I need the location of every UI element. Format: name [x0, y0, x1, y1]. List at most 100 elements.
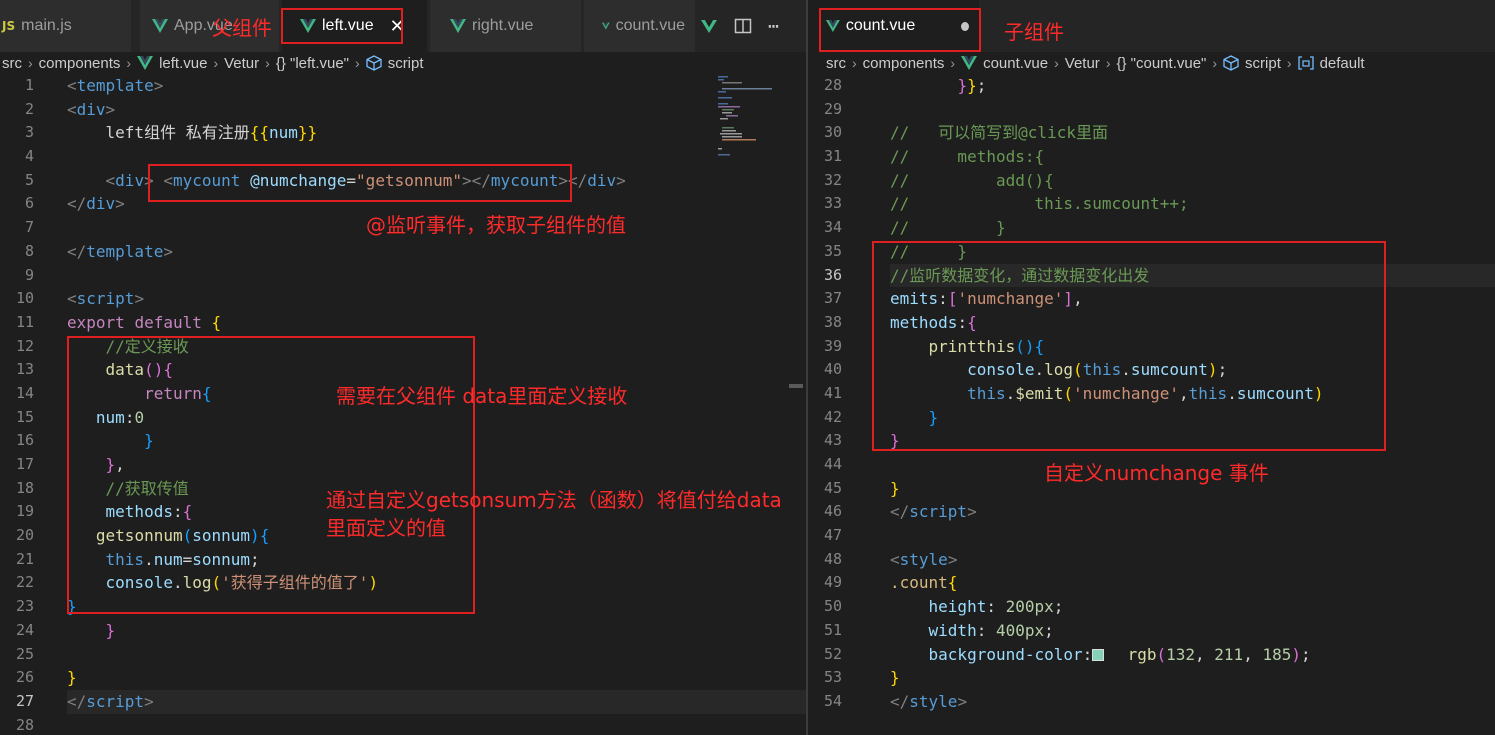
breadcrumb-item[interactable]: components — [39, 55, 121, 72]
code-line[interactable] — [890, 98, 1495, 122]
line-number: 40 — [823, 360, 842, 379]
code-line[interactable] — [67, 714, 806, 735]
line-number: 8 — [24, 241, 34, 260]
code-line[interactable] — [67, 643, 806, 667]
code-line[interactable]: <script> — [67, 287, 806, 311]
line-number: 44 — [823, 455, 842, 473]
code-line[interactable]: width: 400px; — [890, 619, 1495, 643]
vue-file-icon — [961, 56, 978, 70]
line-number: 35 — [823, 241, 842, 260]
chevron-right-icon: › — [852, 55, 857, 71]
line-number: 28 — [15, 715, 34, 734]
code-token: > — [947, 549, 958, 569]
code-line[interactable]: </template> — [67, 240, 806, 264]
breadcrumb-item[interactable]: components — [863, 55, 945, 72]
vue-file-icon — [602, 22, 610, 30]
breadcrumb-item[interactable]: count.vue — [983, 55, 1048, 72]
minimap[interactable] — [714, 74, 794, 164]
cube-symbol-icon — [366, 55, 382, 71]
code-token: script — [76, 289, 135, 309]
code-token: > — [967, 502, 977, 522]
code-line[interactable]: // 可以简写到@click里面 — [890, 121, 1495, 145]
code-line[interactable]: }}; — [890, 74, 1495, 98]
breadcrumb-item[interactable]: default — [1320, 55, 1365, 72]
code-token: < — [67, 99, 77, 119]
code-token: default — [134, 312, 202, 332]
code-line[interactable] — [890, 524, 1495, 548]
tab-count-vue[interactable]: count.vue — [584, 0, 696, 52]
code-line[interactable]: </script> — [890, 500, 1495, 524]
line-number: 20 — [15, 526, 34, 545]
code-token: < — [105, 170, 116, 190]
breadcrumb-item[interactable]: src — [2, 55, 22, 72]
more-actions-icon[interactable]: ⋯ — [768, 16, 779, 37]
annotation-custom-method-2: 里面定义的值 — [326, 516, 446, 540]
line-number: 7 — [24, 218, 34, 237]
code-line[interactable]: <template> — [67, 74, 806, 98]
line-number: 26 — [15, 668, 34, 687]
code-token: </ — [890, 691, 910, 711]
vue-devtools-icon[interactable] — [700, 17, 718, 35]
code-token: : — [976, 620, 996, 640]
line-number: 25 — [15, 644, 34, 663]
breadcrumb-item[interactable]: script — [1245, 55, 1281, 72]
tab-main-js[interactable]: JS main.js — [0, 0, 132, 52]
line-number: 42 — [823, 407, 842, 426]
breadcrumb-item[interactable]: left.vue — [159, 55, 207, 72]
line-number: 15 — [15, 407, 34, 426]
line-number: 14 — [15, 383, 34, 402]
line-number: 1 — [24, 76, 34, 94]
code-line[interactable]: // methods:{ — [890, 145, 1495, 169]
breadcrumb-item[interactable]: src — [826, 55, 846, 72]
tab-right-vue[interactable]: right.vue — [430, 0, 582, 52]
line-number: 46 — [823, 502, 842, 521]
code-token: div — [76, 99, 106, 119]
code-token: {{ — [249, 123, 269, 143]
code-line[interactable]: } — [67, 619, 806, 643]
code-line[interactable]: } — [67, 666, 806, 690]
code-token: 185 — [1262, 644, 1292, 664]
annotation-box-data-methods — [67, 336, 475, 614]
editor-actions: ⋯ — [700, 0, 779, 52]
code-token: script — [86, 691, 145, 711]
code-line[interactable] — [67, 264, 806, 288]
code-token: ; — [1044, 620, 1054, 640]
code-line[interactable]: background-color: rgb(132, 211, 185); — [890, 643, 1495, 667]
cube-symbol-icon — [1223, 55, 1239, 71]
breadcrumb-item[interactable]: {} "left.vue" — [276, 55, 349, 72]
code-token: : — [1082, 644, 1093, 664]
line-number: 41 — [823, 383, 842, 402]
chevron-right-icon: › — [1212, 55, 1218, 71]
code-line[interactable]: <div> — [67, 98, 806, 122]
annotation-define-in-data: 需要在父组件 data里面定义接收 — [336, 384, 628, 408]
breadcrumb-item[interactable]: script — [388, 55, 424, 72]
color-swatch[interactable] — [1092, 648, 1105, 661]
line-number: 32 — [823, 170, 842, 189]
code-token: { — [211, 312, 222, 332]
breadcrumb-item[interactable]: Vetur — [1065, 55, 1100, 72]
code-token: num — [268, 123, 298, 143]
variable-icon — [1297, 56, 1314, 70]
code-line[interactable]: // add(){ — [890, 169, 1495, 193]
breadcrumb-item[interactable]: {} "count.vue" — [1116, 55, 1206, 72]
line-number: 47 — [823, 526, 842, 545]
vue-file-icon — [450, 19, 466, 33]
code-line[interactable]: height: 200px; — [890, 595, 1495, 619]
scrollbar[interactable] — [789, 384, 803, 388]
code-line[interactable]: // this.sumcount++; — [890, 192, 1495, 216]
code-token: 400px — [995, 620, 1045, 640]
breadcrumb-item[interactable]: Vetur — [224, 55, 259, 72]
code-token: </ — [67, 194, 87, 214]
code-line[interactable]: <style> — [890, 548, 1495, 572]
code-line[interactable]: </script> — [67, 689, 806, 714]
code-line[interactable]: </style> — [890, 690, 1495, 714]
chevron-right-icon: › — [126, 55, 132, 71]
code-line[interactable]: } — [890, 666, 1495, 690]
split-editor-icon[interactable] — [734, 17, 752, 35]
line-number: 29 — [823, 99, 842, 118]
code-line[interactable]: export default { — [67, 311, 806, 335]
code-line[interactable]: .count{ — [890, 571, 1495, 595]
code-line[interactable]: left组件 私有注册{{num}} — [67, 121, 806, 145]
code-line[interactable]: // } — [890, 216, 1495, 240]
